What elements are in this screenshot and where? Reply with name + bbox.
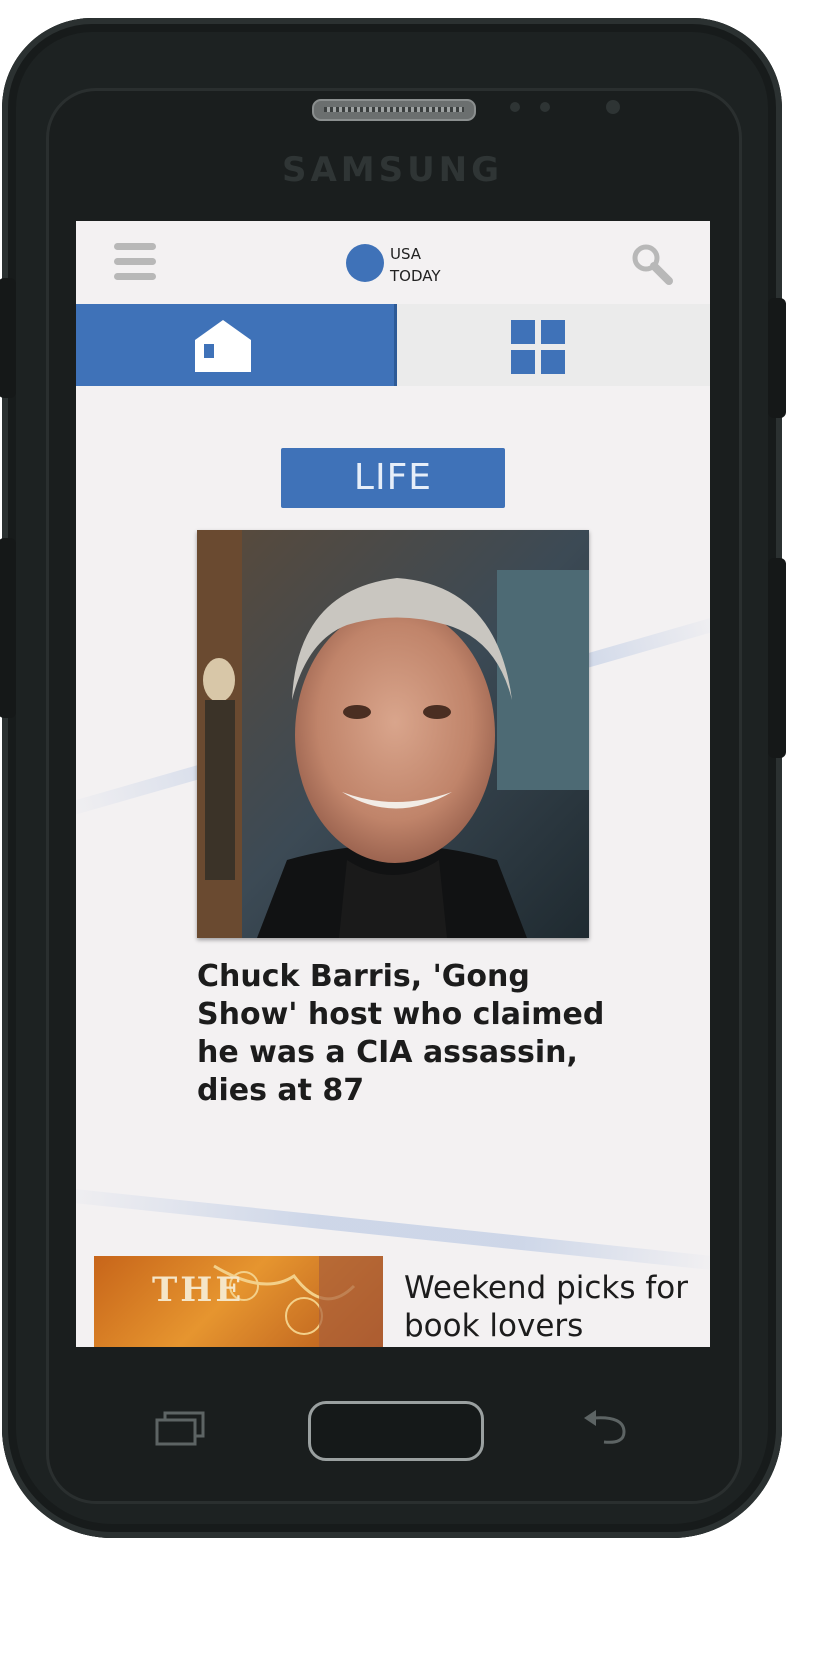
home-icon <box>195 320 251 372</box>
app-screen: USA TODAY LIFE Chuck Barris, 'Gong Show'… <box>76 221 710 1347</box>
logo-line-1: USA <box>390 245 422 263</box>
side-grip <box>0 278 16 398</box>
portrait-image <box>197 530 589 938</box>
earpiece-speaker <box>312 99 476 121</box>
search-icon[interactable] <box>631 243 673 285</box>
usa-today-logo[interactable]: USA TODAY <box>390 243 441 287</box>
feature-headline[interactable]: Chuck Barris, 'Gong Show' host who claim… <box>197 958 617 1110</box>
feature-photo[interactable] <box>197 530 589 938</box>
back-key[interactable] <box>580 1410 630 1446</box>
tab-sections[interactable] <box>397 304 710 386</box>
light-sensor <box>540 102 550 112</box>
front-camera <box>606 100 620 114</box>
thumbnail-title: THE <box>152 1270 245 1310</box>
recent-apps-key[interactable] <box>155 1410 207 1446</box>
proximity-sensor <box>510 102 520 112</box>
top-bar: USA TODAY <box>76 221 710 303</box>
story-feed[interactable]: LIFE Chuck Barris, 'Gong Show' host who … <box>76 386 710 1347</box>
logo-line-2: TODAY <box>390 267 441 285</box>
hamburger-icon[interactable] <box>114 243 156 281</box>
device-brand: SAMSUNG <box>281 150 504 190</box>
side-grip <box>768 558 786 758</box>
tab-home[interactable] <box>76 304 397 386</box>
next-story-thumbnail[interactable]: THE <box>94 1256 383 1347</box>
usa-today-logo-dot <box>346 244 384 282</box>
next-story-headline[interactable]: Weekend picks for book lovers <box>404 1269 704 1345</box>
category-label[interactable]: LIFE <box>281 448 505 508</box>
side-grip <box>768 298 786 418</box>
tab-bar <box>76 304 710 386</box>
grid-icon <box>511 320 565 374</box>
side-grip <box>0 538 16 718</box>
home-key[interactable] <box>308 1401 484 1461</box>
